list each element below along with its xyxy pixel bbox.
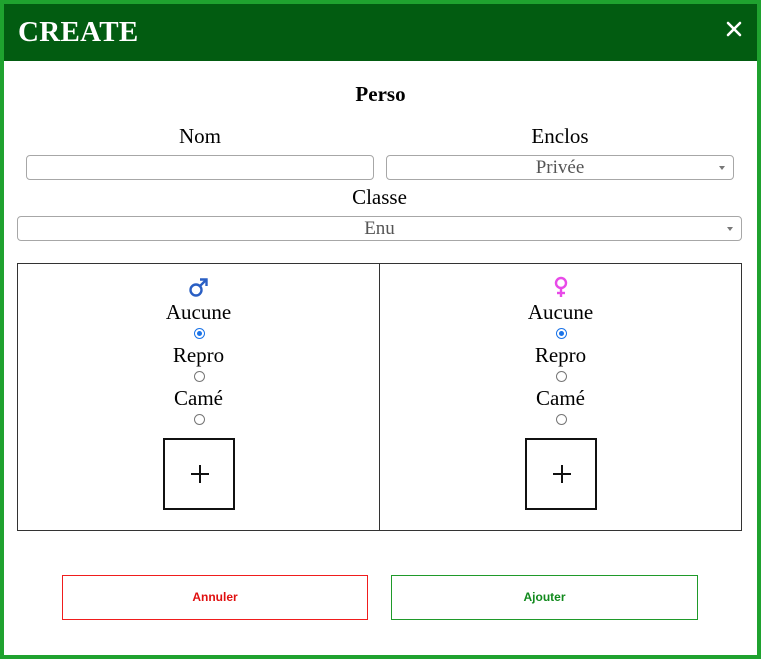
enclos-label: Enclos (531, 124, 589, 148)
section-title: Perso (355, 82, 406, 106)
cancel-button[interactable]: Annuler (62, 575, 368, 620)
close-icon[interactable] (723, 18, 745, 40)
chevron-down-icon (719, 166, 725, 170)
plus-icon (561, 465, 563, 483)
modal-header: CREATE (4, 4, 757, 61)
female-option-radio[interactable] (556, 371, 567, 382)
enclos-select[interactable]: Privée (386, 155, 734, 180)
classe-select[interactable]: Enu (17, 216, 742, 241)
male-option-radio[interactable] (194, 414, 205, 425)
male-option-radio[interactable] (194, 328, 205, 339)
female-option-radio[interactable] (556, 414, 567, 425)
male-option-label: Aucune (165, 300, 232, 324)
nom-label: Nom (179, 124, 221, 148)
female-option-label: Repro (534, 343, 587, 367)
add-button[interactable]: Ajouter (391, 575, 698, 620)
male-panel: Aucune Repro Camé (17, 263, 380, 531)
female-add-button[interactable] (525, 438, 597, 510)
female-panel: Aucune Repro Camé (379, 263, 742, 531)
male-add-button[interactable] (163, 438, 235, 510)
male-option-label: Repro (172, 343, 225, 367)
classe-selected-value: Enu (364, 218, 395, 239)
female-option-radio[interactable] (556, 328, 567, 339)
nom-input[interactable] (26, 155, 374, 180)
enclos-selected-value: Privée (535, 157, 585, 178)
male-option-label: Camé (174, 386, 223, 410)
create-modal: CREATE Perso Nom Enclos Privée Classe En… (0, 0, 761, 659)
modal-title: CREATE (18, 16, 139, 48)
female-symbol-icon (550, 276, 572, 298)
female-option-label: Aucune (527, 300, 594, 324)
chevron-down-icon (727, 227, 733, 231)
male-option-radio[interactable] (194, 371, 205, 382)
classe-label: Classe (352, 185, 407, 209)
male-symbol-icon (188, 276, 210, 298)
plus-icon (199, 465, 201, 483)
female-option-label: Camé (536, 386, 585, 410)
